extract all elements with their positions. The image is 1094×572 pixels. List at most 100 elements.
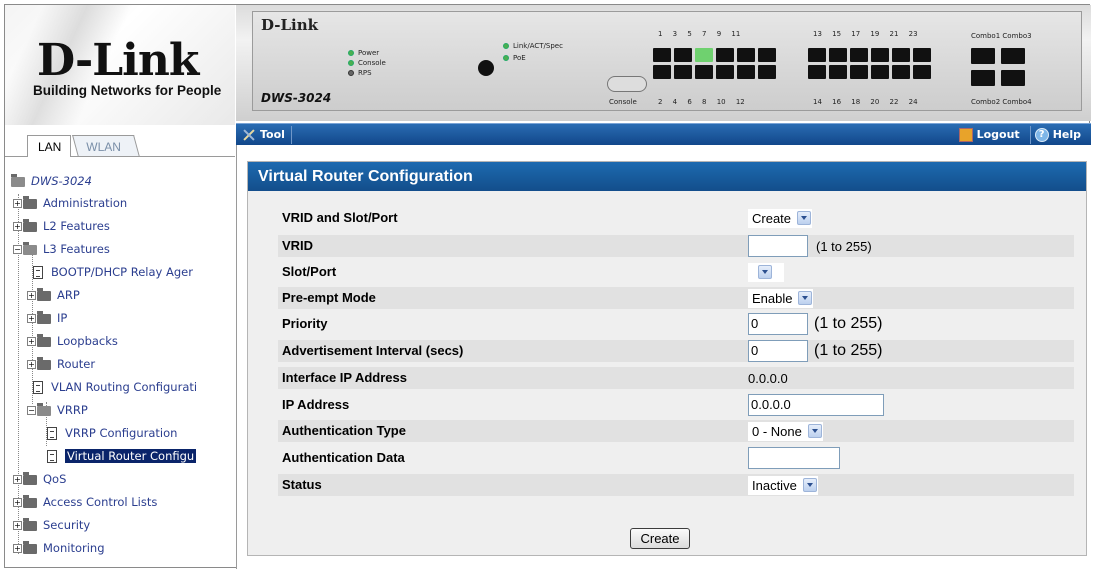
console-port xyxy=(607,76,647,92)
port-numbers-even-a: 2 4 6 8 10 12 xyxy=(658,98,745,106)
expand-icon[interactable]: + xyxy=(27,360,36,369)
combo-label-bottom: Combo2 Combo4 xyxy=(971,98,1032,106)
tool-menu-button[interactable]: Tool xyxy=(242,126,292,144)
tree-item-qos[interactable]: + QoS xyxy=(13,470,66,488)
tree-label: Loopbacks xyxy=(57,334,118,348)
document-icon xyxy=(33,381,43,394)
document-icon xyxy=(33,266,43,279)
tree-item-l2-features[interactable]: + L2 Features xyxy=(13,217,110,235)
expand-icon[interactable]: + xyxy=(13,521,22,530)
authentication-type-select[interactable]: 0 - None xyxy=(748,421,823,441)
tree-item-l3-features[interactable]: − L3 Features xyxy=(13,240,110,258)
collapse-icon[interactable]: − xyxy=(13,245,22,254)
tree-item-administration[interactable]: + Administration xyxy=(13,194,127,212)
authentication-data-input[interactable] xyxy=(748,447,840,469)
logout-button[interactable]: Logout xyxy=(955,126,1024,144)
led-icon xyxy=(348,50,354,56)
led-console: Console xyxy=(348,59,386,67)
tree-item-virtual-router-config[interactable]: Virtual Router Configu xyxy=(47,447,197,465)
range-hint: (1 to 255) xyxy=(814,342,883,359)
expand-icon[interactable]: + xyxy=(13,544,22,553)
expand-icon[interactable]: + xyxy=(27,291,36,300)
led-poe: PoE xyxy=(503,54,526,62)
field-label: Status xyxy=(282,477,322,492)
led-label: Power xyxy=(358,49,380,57)
create-button[interactable]: Create xyxy=(630,528,690,549)
tree-item-security[interactable]: + Security xyxy=(13,516,90,534)
field-label: Authentication Type xyxy=(282,423,406,438)
vrid-input[interactable] xyxy=(748,235,808,257)
expand-icon[interactable]: + xyxy=(13,475,22,484)
device-model: DWS-3024 xyxy=(261,91,332,105)
folder-open-icon xyxy=(37,402,51,416)
tree-label: VLAN Routing Configurati xyxy=(51,380,198,394)
row-priority: Priority 0 (1 to 255) xyxy=(278,313,1074,335)
led-label: Link/ACT/Spec xyxy=(513,42,563,50)
tree-item-bootp-dhcp[interactable]: BOOTP/DHCP Relay Ager xyxy=(33,263,193,281)
vrid-slot-port-select[interactable]: Create xyxy=(748,208,813,228)
folder-icon xyxy=(23,517,37,531)
chevron-down-icon xyxy=(802,478,817,492)
expand-icon[interactable]: + xyxy=(27,314,36,323)
tree-root[interactable]: DWS-3024 xyxy=(11,172,92,190)
led-icon xyxy=(503,55,509,61)
tree-label: Router xyxy=(57,357,96,371)
field-label: Pre-empt Mode xyxy=(282,290,376,305)
priority-input[interactable]: 0 xyxy=(748,313,808,335)
tree-item-router[interactable]: + Router xyxy=(27,355,95,373)
logout-icon xyxy=(958,128,973,142)
device-brand: D-Link xyxy=(261,16,319,34)
advertisement-interval-input[interactable]: 0 xyxy=(748,340,808,362)
folder-icon xyxy=(37,287,51,301)
tree-label: Administration xyxy=(43,196,128,210)
led-icon xyxy=(348,70,354,76)
tree-item-vlan-routing[interactable]: VLAN Routing Configurati xyxy=(33,378,197,396)
row-authentication-type: Authentication Type 0 - None xyxy=(278,420,1074,442)
help-button[interactable]: ? Help xyxy=(1029,126,1085,144)
port-group-1-12 xyxy=(653,48,793,79)
range-hint: (1 to 255) xyxy=(816,238,872,254)
folder-icon xyxy=(23,471,37,485)
slot-port-select[interactable] xyxy=(748,262,784,282)
folder-icon xyxy=(23,540,37,554)
combo-ports xyxy=(971,48,1031,86)
tools-icon xyxy=(242,128,256,142)
document-icon xyxy=(47,450,57,463)
tree-item-access-control-lists[interactable]: + Access Control Lists xyxy=(13,493,157,511)
chevron-down-icon xyxy=(807,424,822,438)
tree-label: IP xyxy=(57,311,68,325)
expand-icon[interactable]: + xyxy=(13,222,22,231)
status-select[interactable]: Inactive xyxy=(748,475,818,495)
tree-item-monitoring[interactable]: + Monitoring xyxy=(13,539,105,557)
panel-title: Virtual Router Configuration xyxy=(248,162,1086,191)
led-label: Console xyxy=(358,59,386,67)
tree-label: BOOTP/DHCP Relay Ager xyxy=(51,265,193,279)
field-label: Interface IP Address xyxy=(282,370,407,385)
document-icon xyxy=(47,427,57,440)
config-panel: Virtual Router Configuration VRID and Sl… xyxy=(247,161,1087,556)
tree-item-arp[interactable]: + ARP xyxy=(27,286,80,304)
tree-label: ARP xyxy=(57,288,80,302)
logo-area: D-Link Building Networks for People xyxy=(5,5,235,125)
port-group-13-24 xyxy=(808,48,948,79)
folder-open-icon xyxy=(23,241,37,255)
select-value: Enable xyxy=(752,290,793,306)
tree-item-vrrp-configuration[interactable]: VRRP Configuration xyxy=(47,424,177,442)
expand-icon[interactable]: + xyxy=(13,199,22,208)
ip-address-input[interactable]: 0.0.0.0 xyxy=(748,394,884,416)
expand-icon[interactable]: + xyxy=(27,337,36,346)
tab-wlan[interactable]: WLAN xyxy=(72,135,140,157)
tab-lan[interactable]: LAN xyxy=(27,135,71,157)
expand-icon[interactable]: + xyxy=(13,498,22,507)
brand-logo: D-Link xyxy=(37,35,199,86)
collapse-icon[interactable]: − xyxy=(27,406,36,415)
folder-icon xyxy=(23,494,37,508)
port-numbers-odd-a: 1 3 5 7 9 11 xyxy=(658,30,741,38)
tree-item-loopbacks[interactable]: + Loopbacks xyxy=(27,332,118,350)
preempt-mode-select[interactable]: Enable xyxy=(748,288,814,308)
tree-item-ip[interactable]: + IP xyxy=(27,309,67,327)
row-vrid-slot-port: VRID and Slot/Port Create xyxy=(278,207,1074,229)
tree-item-vrrp[interactable]: − VRRP xyxy=(27,401,88,419)
field-label: VRID and Slot/Port xyxy=(282,210,398,225)
switch-chassis: D-Link DWS-3024 Power Console RPS Link/A… xyxy=(252,11,1082,111)
